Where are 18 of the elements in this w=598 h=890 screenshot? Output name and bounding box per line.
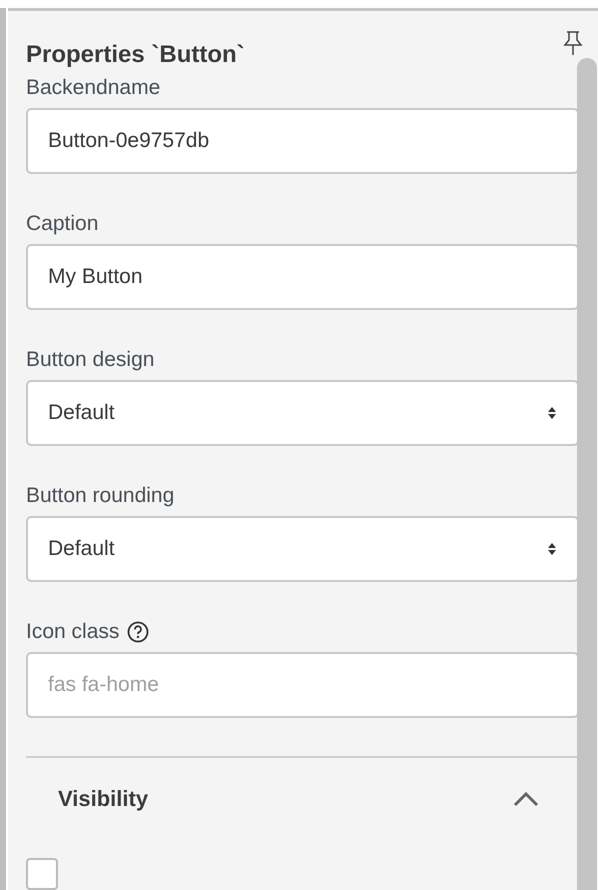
input-field[interactable]: Button-0e9757db (26, 108, 579, 174)
select-field[interactable]: Default (26, 380, 579, 446)
input-field[interactable]: My Button (26, 244, 579, 310)
help-icon[interactable] (127, 621, 150, 643)
field-label: Backendname (26, 76, 160, 100)
sort-arrows-icon (547, 406, 557, 420)
scrollbar[interactable] (577, 58, 597, 890)
select-field[interactable]: Default (26, 516, 579, 582)
sort-arrows-icon (547, 542, 557, 556)
checkbox[interactable] (26, 858, 58, 890)
field-label: Caption (26, 212, 98, 236)
chevron-icon[interactable] (513, 791, 539, 807)
section-title: Visibility (58, 786, 148, 812)
input-field[interactable]: fas fa-home (26, 652, 579, 718)
field-label: Button design (26, 348, 154, 372)
field-label: Button rounding (26, 484, 174, 508)
panel-title: Properties `Button` (26, 41, 245, 69)
field-label: Icon class (26, 620, 120, 644)
